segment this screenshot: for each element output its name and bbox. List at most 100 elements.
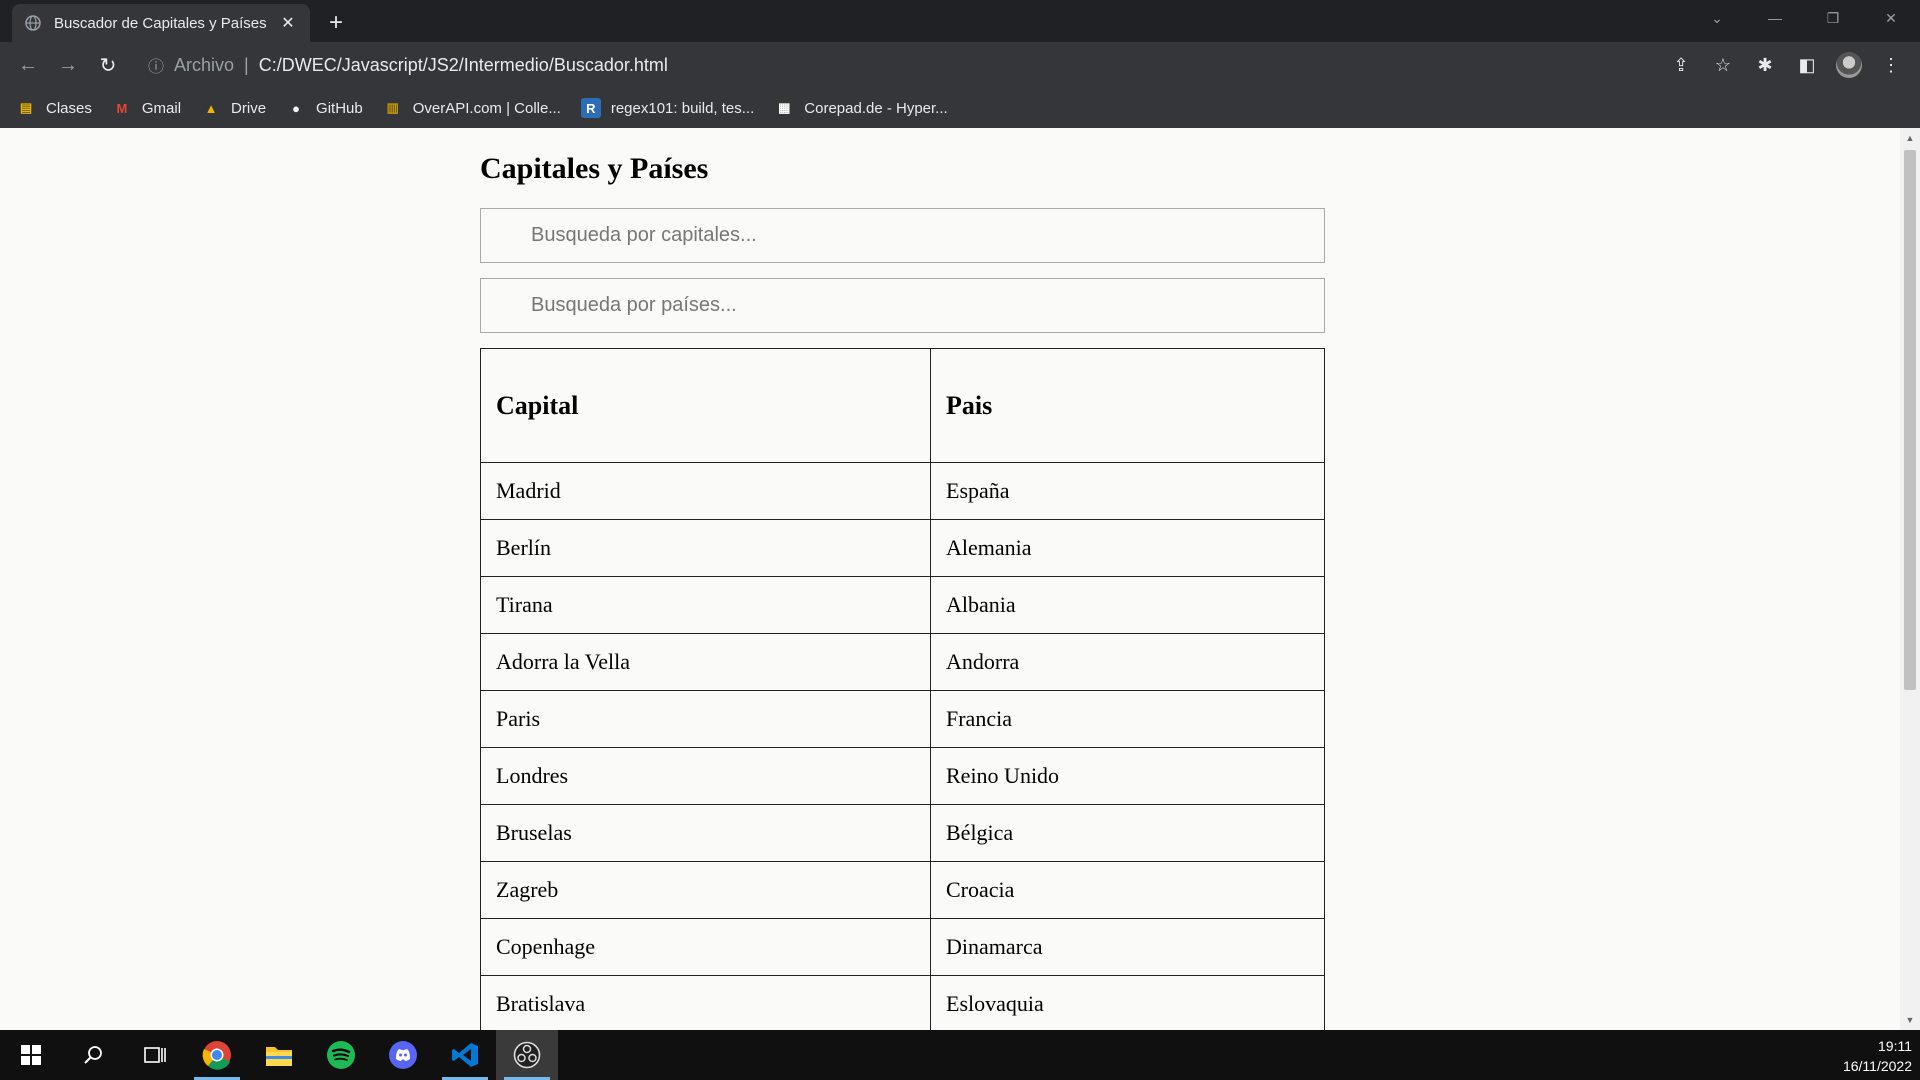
scroll-up-arrow-icon[interactable]: ▲: [1900, 130, 1920, 146]
address-bar[interactable]: ⓘ Archivo | C:/DWEC/Javascript/JS2/Inter…: [138, 46, 1698, 84]
url-scheme-label: Archivo: [174, 54, 235, 75]
table-row: Zagreb Croacia: [480, 861, 1325, 919]
capital-cell: Paris: [480, 690, 931, 748]
table-row: Copenhage Dinamarca: [480, 918, 1325, 976]
country-cell: Eslovaquia: [930, 975, 1325, 1030]
bookmark-github[interactable]: ● GitHub: [286, 98, 363, 118]
corepad-icon: ▦: [778, 100, 791, 115]
bookmark-label: OverAPI.com | Colle...: [412, 99, 561, 117]
browser-toolbar: ← → ↻ ⓘ Archivo | C:/DWEC/Javascript/JS2…: [0, 42, 1920, 88]
capital-search-input[interactable]: [480, 208, 1325, 263]
restore-icon[interactable]: ❐: [1804, 0, 1862, 36]
url-text[interactable]: C:/DWEC/Javascript/JS2/Intermedio/Buscad…: [259, 55, 668, 76]
table-row: Tirana Albania: [480, 576, 1325, 634]
capital-cell: Tirana: [480, 576, 931, 634]
bookmark-regex101[interactable]: R regex101: build, tes...: [580, 98, 755, 118]
country-cell: Albania: [930, 576, 1325, 634]
github-icon: ●: [292, 100, 300, 116]
forward-icon[interactable]: →: [48, 45, 88, 85]
bookmark-label: regex101: build, tes...: [610, 99, 755, 117]
gmail-icon: M: [116, 100, 128, 116]
country-column-header: Pais: [930, 348, 1325, 463]
bookmark-label: GitHub: [316, 99, 363, 117]
spotify-icon[interactable]: [310, 1030, 372, 1080]
country-search-input[interactable]: [480, 278, 1325, 333]
discord-icon[interactable]: [372, 1030, 434, 1080]
overapi-icon: ▥: [386, 100, 399, 115]
windows-start-icon[interactable]: [0, 1030, 62, 1080]
side-panel-icon[interactable]: ◧: [1788, 46, 1826, 84]
tab-search-icon[interactable]: ⌄: [1688, 0, 1746, 36]
page-content: Capitales y Países Capital Pais MadridEs…: [0, 128, 1900, 1030]
table-row: Paris Francia: [480, 690, 1325, 748]
bookmark-label: Corepad.de - Hyper...: [804, 99, 948, 117]
windows-taskbar: 19:11 16/11/2022: [0, 1030, 1920, 1080]
capital-column-header: Capital: [480, 348, 931, 463]
bookmark-overapi[interactable]: ▥ OverAPI.com | Colle...: [383, 98, 561, 118]
bookmark-label: Clases: [46, 99, 92, 117]
minimize-icon[interactable]: —: [1746, 0, 1804, 36]
table-row: Madrid España: [480, 462, 1325, 520]
vscode-icon[interactable]: [434, 1030, 496, 1080]
share-icon[interactable]: ⇪: [1662, 46, 1700, 84]
clock-time: 19:11: [1878, 1038, 1912, 1054]
menu-icon[interactable]: ⋮: [1872, 46, 1910, 84]
browser-tab[interactable]: Buscador de Capitales y Países ✕: [12, 4, 310, 42]
system-clock[interactable]: 19:11 16/11/2022: [1843, 1036, 1912, 1076]
info-icon[interactable]: ⓘ: [148, 53, 164, 77]
capital-cell: Copenhage: [480, 918, 931, 976]
clock-date: 16/11/2022: [1842, 1058, 1912, 1074]
table-row: Londres Reino Unido: [480, 747, 1325, 805]
capital-cell: Bratislava: [480, 975, 931, 1030]
country-cell: Reino Unido: [930, 747, 1325, 805]
new-tab-button[interactable]: +: [320, 8, 352, 40]
extensions-icon[interactable]: ✱: [1746, 46, 1784, 84]
country-cell: Bélgica: [930, 804, 1325, 862]
capital-cell: Madrid: [480, 462, 931, 520]
bookmark-label: Drive: [231, 99, 267, 117]
country-cell: Dinamarca: [930, 918, 1325, 976]
bookmark-clases[interactable]: ▤ Clases: [16, 98, 92, 118]
avatar: [1836, 52, 1862, 78]
table-row: Adorra la Vella Andorra: [480, 633, 1325, 691]
bookmark-star-icon[interactable]: ☆: [1704, 46, 1742, 84]
tab-title: Buscador de Capitales y Países: [54, 14, 267, 32]
scroll-thumb[interactable]: [1904, 150, 1916, 690]
capitals-table: Capital Pais Madrid España Berlín Alemania…: [480, 348, 1325, 1030]
task-view-icon[interactable]: [124, 1030, 186, 1080]
obs-icon[interactable]: [496, 1030, 558, 1080]
capital-cell: Adorra la Vella: [480, 633, 931, 691]
capital-cell: Berlín: [480, 519, 931, 577]
close-window-icon[interactable]: ✕: [1862, 0, 1920, 36]
reload-icon[interactable]: ↻: [88, 45, 128, 85]
page-container: Capitales y Países Capital Pais MadridEs…: [480, 128, 1325, 1030]
page-title: Capitales y Países: [480, 152, 709, 185]
scroll-down-arrow-icon[interactable]: ▼: [1900, 1012, 1920, 1028]
capital-cell: Londres: [480, 747, 931, 805]
table-header-row: Capital Pais: [480, 348, 1325, 463]
country-cell: Francia: [930, 690, 1325, 748]
toolbar-actions: ⇪ ☆ ✱ ◧ ⋮: [1662, 46, 1910, 84]
capital-cell: Zagreb: [480, 861, 931, 919]
file-explorer-icon[interactable]: [248, 1030, 310, 1080]
close-tab-icon[interactable]: ✕: [278, 13, 298, 33]
table-row: Bruselas Bélgica: [480, 804, 1325, 862]
page-scrollbar[interactable]: ▲ ▼: [1900, 128, 1920, 1030]
search-icon[interactable]: [62, 1030, 124, 1080]
bookmark-label: Gmail: [141, 99, 182, 117]
country-cell: Croacia: [930, 861, 1325, 919]
capital-cell: Bruselas: [480, 804, 931, 862]
country-cell: Alemania: [930, 519, 1325, 577]
bookmarks-bar: ▤ Clases M Gmail ▲ Drive ● GitHub ▥ Over…: [0, 88, 1920, 128]
window-controls: ⌄ — ❐ ✕: [1688, 0, 1920, 36]
profile-avatar[interactable]: [1830, 46, 1868, 84]
regex101-icon: R: [580, 98, 601, 118]
globe-icon: [24, 14, 42, 32]
chrome-icon[interactable]: [186, 1030, 248, 1080]
back-icon[interactable]: ←: [8, 45, 48, 85]
bookmark-corepad[interactable]: ▦ Corepad.de - Hyper...: [774, 98, 948, 118]
folder-icon: ▤: [19, 100, 33, 115]
bookmark-drive[interactable]: ▲ Drive: [201, 98, 266, 118]
bookmark-gmail[interactable]: M Gmail: [112, 98, 181, 118]
country-cell: Andorra: [930, 633, 1325, 691]
